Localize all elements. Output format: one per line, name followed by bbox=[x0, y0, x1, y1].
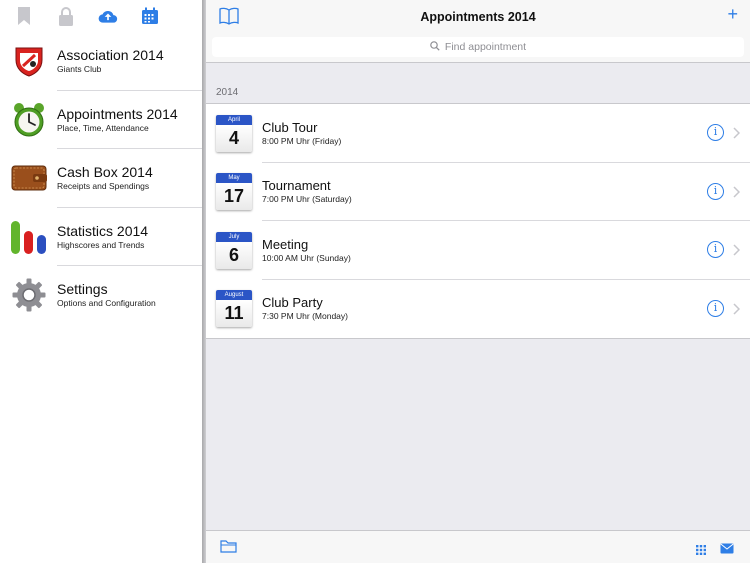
appointment-title: Club Party bbox=[262, 295, 323, 311]
sidebar-item-title: Settings bbox=[57, 281, 108, 298]
cloud-upload-icon[interactable] bbox=[98, 6, 118, 26]
chevron-right-icon bbox=[733, 126, 741, 144]
info-icon[interactable]: i bbox=[707, 241, 724, 258]
sidebar-menu: Association 2014 Giants Club Appointment… bbox=[0, 32, 204, 325]
calendar-day: 11 bbox=[216, 300, 252, 328]
appointment-time: 10:00 AM Uhr (Sunday) bbox=[262, 252, 351, 263]
wallet-icon bbox=[10, 159, 48, 197]
chevron-right-icon bbox=[733, 185, 741, 203]
sidebar-item-appointments[interactable]: Appointments 2014 Place, Time, Attendanc… bbox=[0, 91, 204, 150]
sidebar-item-association[interactable]: Association 2014 Giants Club bbox=[0, 32, 204, 91]
calendar-icon[interactable] bbox=[140, 6, 160, 26]
grid-icon[interactable] bbox=[696, 542, 706, 560]
calendar-date-icon: August 11 bbox=[216, 290, 252, 328]
search-input[interactable]: Find appointment bbox=[212, 37, 744, 57]
info-icon[interactable]: i bbox=[707, 299, 724, 317]
sidebar-item-title: Appointments 2014 bbox=[57, 105, 178, 122]
info-icon[interactable]: i bbox=[707, 182, 724, 200]
calendar-day: 17 bbox=[216, 183, 252, 211]
search-placeholder: Find appointment bbox=[444, 41, 527, 53]
alarm-clock-icon bbox=[10, 101, 48, 139]
appointment-row[interactable]: July 6 Meeting 10:00 AM Uhr (Sunday) i bbox=[206, 221, 750, 280]
calendar-month: August bbox=[216, 290, 252, 301]
calendar-month: April bbox=[216, 114, 252, 125]
sidebar-item-settings[interactable]: Settings Options and Configuration bbox=[0, 266, 204, 325]
add-appointment-button[interactable]: + bbox=[727, 4, 738, 24]
sidebar-item-title: Statistics 2014 bbox=[57, 222, 149, 239]
appointment-list: April 4 Club Tour 8:00 PM Uhr (Friday) i… bbox=[206, 103, 750, 339]
sidebar: Association 2014 Giants Club Appointment… bbox=[0, 0, 204, 563]
calendar-day: 4 bbox=[216, 124, 252, 152]
sidebar-item-subtitle: Highscores and Trends bbox=[57, 239, 145, 250]
search-icon bbox=[430, 40, 440, 54]
info-icon[interactable]: i bbox=[707, 124, 724, 141]
mail-icon[interactable] bbox=[720, 541, 734, 559]
appointment-title: Tournament bbox=[262, 178, 331, 194]
navigation-bar: Appointments 2014 + bbox=[206, 0, 750, 33]
sidebar-item-statistics[interactable]: Statistics 2014 Highscores and Trends bbox=[0, 208, 204, 267]
sidebar-item-subtitle: Place, Time, Attendance bbox=[57, 122, 149, 133]
lock-icon[interactable] bbox=[56, 6, 76, 26]
appointment-title: Club Tour bbox=[262, 119, 318, 135]
appointment-row[interactable]: August 11 Club Party 7:30 PM Uhr (Monday… bbox=[206, 280, 750, 339]
page-title: Appointments 2014 bbox=[420, 9, 536, 24]
appointment-time: 7:30 PM Uhr (Monday) bbox=[262, 311, 348, 322]
appointment-row[interactable]: April 4 Club Tour 8:00 PM Uhr (Friday) i bbox=[206, 104, 750, 163]
bar-chart-icon bbox=[10, 218, 48, 256]
sidebar-item-subtitle: Receipts and Spendings bbox=[57, 181, 150, 192]
calendar-month: May bbox=[216, 173, 252, 184]
bottom-toolbar bbox=[206, 530, 750, 563]
sidebar-item-cash-box[interactable]: Cash Box 2014 Receipts and Spendings bbox=[0, 149, 204, 208]
section-header: 2014 bbox=[216, 87, 239, 98]
appointment-time: 8:00 PM Uhr (Friday) bbox=[262, 135, 342, 146]
club-badge-icon bbox=[10, 42, 48, 80]
calendar-date-icon: July 6 bbox=[216, 231, 252, 269]
calendar-date-icon: April 4 bbox=[216, 114, 252, 152]
appointment-title: Meeting bbox=[262, 236, 309, 252]
folder-icon[interactable] bbox=[220, 539, 237, 558]
sidebar-item-title: Cash Box 2014 bbox=[57, 164, 153, 181]
appointments-panel: Appointments 2014 + Find appointment 201… bbox=[206, 0, 750, 563]
chevron-right-icon bbox=[733, 243, 741, 261]
calendar-month: July bbox=[216, 231, 252, 242]
sidebar-item-title: Association 2014 bbox=[57, 47, 164, 64]
chevron-right-icon bbox=[733, 302, 741, 320]
sidebar-toolbar bbox=[0, 0, 204, 32]
appointment-row[interactable]: May 17 Tournament 7:00 PM Uhr (Saturday)… bbox=[206, 163, 750, 222]
sidebar-item-subtitle: Giants Club bbox=[57, 64, 102, 75]
open-book-icon[interactable] bbox=[219, 7, 239, 30]
sidebar-item-subtitle: Options and Configuration bbox=[57, 298, 156, 309]
search-bar: Find appointment bbox=[206, 33, 750, 63]
gear-icon bbox=[10, 276, 48, 314]
appointment-time: 7:00 PM Uhr (Saturday) bbox=[262, 194, 352, 205]
calendar-day: 6 bbox=[216, 241, 252, 269]
bookmark-icon[interactable] bbox=[14, 6, 34, 26]
calendar-date-icon: May 17 bbox=[216, 173, 252, 211]
